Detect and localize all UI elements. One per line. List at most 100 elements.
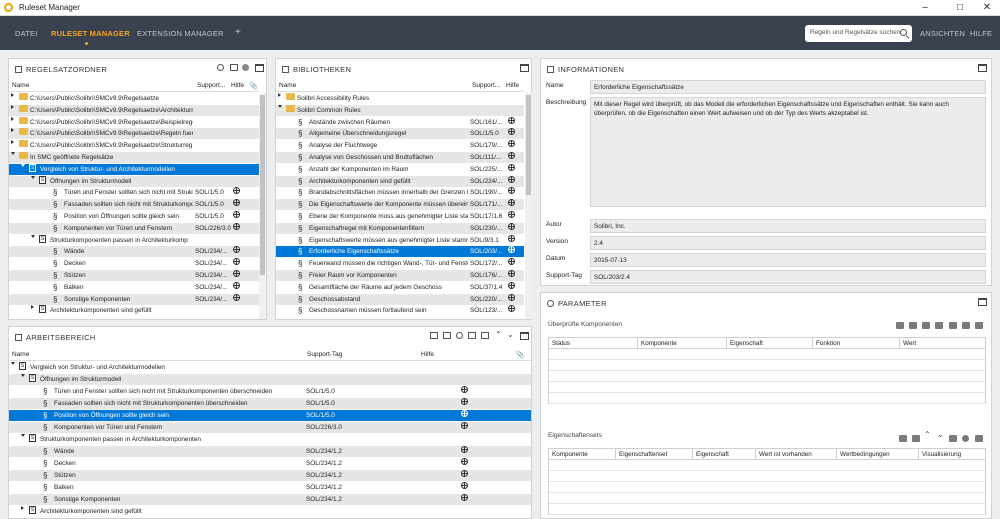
tree-row[interactable]: § Türen und Fenster sollten sich nicht mi… [9,386,531,397]
tree-row[interactable]: C:\Users\Public\Solibri\SMCv9.9\Regelsae… [9,128,259,140]
tree-row[interactable]: S Öffnungen im Strukturmodell [9,175,259,187]
move-down-icon[interactable]: ⌄ [937,430,944,439]
name-field[interactable]: Erforderliche Eigenschaftssätze [590,80,986,94]
tree-row[interactable]: § Stützen SOL/234/... [9,270,259,281]
col-wert-vorhanden[interactable]: Wert ist vorhanden [755,449,812,460]
tree-row[interactable]: In SMC geöffnete Regelsätze [9,152,259,163]
tree-row[interactable]: § Stützen SOL/234/1.2 [9,470,531,481]
minimize-button[interactable]: – [910,0,940,16]
tree-row[interactable]: C:\Users\Public\Solibri\SMCv9.9\Regelsae… [9,93,259,104]
tree-row[interactable]: S Architekturkomponenten sind gefüllt [9,506,531,517]
tree-row[interactable]: S Strukturkomponenten passen in Architekt… [9,234,259,246]
add-row-icon[interactable] [896,322,904,329]
column-support[interactable]: Support... [197,82,225,89]
save-all-icon[interactable] [481,332,489,339]
column-hilfe[interactable]: Hilfe [231,82,244,89]
search-icon[interactable] [900,29,907,36]
col-eigenschaftenset[interactable]: Eigenschaftenset [615,449,667,460]
column-name[interactable]: Name [12,351,29,358]
menu-extension-manager[interactable]: EXTENSION MANAGER [137,29,224,38]
maximize-panel-icon[interactable] [978,64,987,72]
close-icon[interactable] [456,332,463,339]
column-name[interactable]: Name [12,82,29,89]
tree-row[interactable]: § Erforderliche Eigenschaftssätze SOL/203/… [276,246,524,258]
tree-row[interactable]: § Geschossnamen müssen fortlaufend sein SO… [276,305,524,316]
tree-row[interactable]: § Komponenten vor Türen und Fenstern SOL/2… [9,422,531,433]
tree-row[interactable]: § Decken SOL/234/... [9,258,259,269]
col-komponente[interactable]: Komponente [552,451,588,458]
eigenschaftensets-table-body[interactable] [548,460,986,515]
menu-datei[interactable]: DATEI [15,29,38,38]
tree-row[interactable]: Solibri Common Rules [276,104,524,116]
maximize-panel-icon[interactable] [520,64,529,72]
tree-row[interactable]: S Vergleich von Struktur- und Architektur… [9,163,259,175]
close-button[interactable]: ✕ [972,0,1000,16]
column-hilfe[interactable]: Hilfe [421,351,434,358]
column-name[interactable]: Name [279,82,296,89]
search-input[interactable]: Regeln und Regelsätze suchen [805,25,912,42]
col-status[interactable]: Status [552,340,570,347]
autor-field[interactable]: Solibri, Inc. [590,219,986,233]
tree-row[interactable]: § Allgemeine Überschneidungsregel SOL/1/5.… [276,128,524,140]
col-wertbedingungen[interactable]: Wertbedingungen [836,449,890,460]
tree-row[interactable]: § Architekturkomponenten sind gefüllt SOL/… [276,175,524,187]
copy-icon[interactable] [949,435,957,442]
tree-row[interactable]: § Türen und Fenster sollten sich nicht mi… [9,187,259,198]
col-visualisierung[interactable]: Visualisierung [918,449,961,460]
tree-row[interactable]: § Freier Raum vor Komponenten SOL/176/... [276,270,524,281]
tree-row[interactable]: § Wände SOL/234/... [9,246,259,258]
import-icon[interactable] [935,322,943,329]
tree-row[interactable]: C:\Users\Public\Solibri\SMCv9.9\Regelsae… [9,116,259,128]
tree-row[interactable]: § Eigenschaftregel mit Komponentenfiltern… [276,222,524,234]
tree-row[interactable]: § Position von Öffnungen sollte gleich se… [9,410,531,421]
open-folder-icon[interactable] [230,64,238,71]
move-up-icon[interactable]: ⌃ [924,430,931,439]
datum-field[interactable]: 2015-07-13 [590,253,986,267]
tree-row[interactable]: S Vergleich von Struktur- und Architektur… [9,362,531,373]
tree-row[interactable]: § Fassaden sollten sich nicht mit Struktu… [9,199,259,211]
paste-icon[interactable] [975,435,983,442]
refresh-icon[interactable] [962,435,969,442]
column-support[interactable]: Support... [472,82,500,89]
tree-row[interactable]: § Position von Öffnungen sollte gleich se… [9,211,259,222]
tree-row[interactable]: S Strukturkomponenten passen in Architekt… [9,434,531,445]
menu-hilfe[interactable]: HILFE [970,29,992,38]
delete-row-icon[interactable] [975,322,983,329]
version-field[interactable]: 2.4 [590,236,986,250]
tree-row[interactable]: § Abstände zwischen Räumen SOL/161/... [276,116,524,128]
tree-row[interactable]: § Anzahl der Komponenten im Raum SOL/225/.… [276,163,524,175]
column-hilfe[interactable]: Hilfe [506,82,519,89]
tree-row[interactable]: Solibri Accessibility Rules [276,93,524,104]
add-row-below-icon[interactable] [909,322,917,329]
tree-row[interactable]: § Komponenten vor Türen und Fenstern SOL/2… [9,222,259,234]
tree-row[interactable]: § Brandabschnittsflächen müssen innerhalb… [276,187,524,198]
tree-row[interactable]: § Gesamtfläche der Räume auf jedem Gescho… [276,281,524,293]
open-folder-icon[interactable] [443,332,451,339]
new-file-icon[interactable] [430,332,438,339]
col-funktion[interactable]: Funktion [812,338,840,349]
col-wert[interactable]: Wert [899,338,916,349]
tree-row[interactable]: § Feuerwand müssen die richtigen Wand-, T… [276,258,524,269]
tree-row[interactable]: § Geschossabstand SOL/220/... [276,293,524,305]
tree-row[interactable]: § Sonstige Komponenten SOL/234/... [9,293,259,305]
maximize-panel-icon[interactable] [978,298,987,306]
folder-icon[interactable] [922,322,930,329]
tree-row[interactable]: § Wände SOL/234/1.2 [9,446,531,457]
tree-row[interactable]: § Decken SOL/234/1.2 [9,458,531,469]
tree-row[interactable]: § Balken SOL/234/1.2 [9,482,531,493]
add-row-icon[interactable] [899,435,907,442]
tree-row[interactable]: C:\Users\Public\Solibri\SMCv9.9\Regelsae… [9,104,259,116]
col-eigenschaft[interactable]: Eigenschaft [726,338,763,349]
refresh-icon[interactable] [217,64,224,71]
maximize-button[interactable]: □ [945,0,975,16]
tree-row[interactable]: S Architekturkomponenten sind gefüllt [9,305,259,316]
tree-row[interactable]: C:\Users\Public\Solibri\SMCv9.9\Regelsae… [9,140,259,151]
maximize-panel-icon[interactable] [520,332,529,340]
tree-row[interactable]: § Eigenschaftswerte müssen aus genehmigte… [276,234,524,246]
move-down-icon[interactable]: ⌄ [507,330,514,339]
column-support[interactable]: Support-Tag [307,351,342,358]
save-icon[interactable] [468,332,476,339]
komponenten-table-body[interactable] [548,349,986,404]
menu-ansichten[interactable]: ANSICHTEN [920,29,965,38]
support-tag-field[interactable]: SOL/203/2.4 [590,270,986,284]
